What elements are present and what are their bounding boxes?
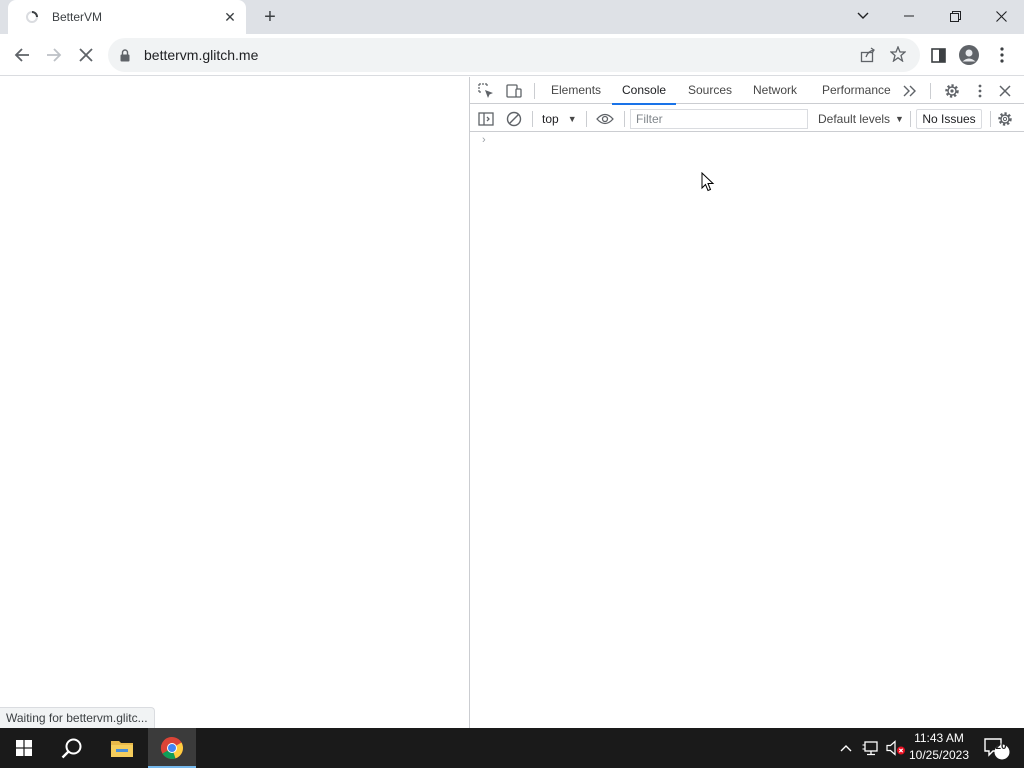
devtools-tab-bar: Elements Console Sources Network Perform… (470, 77, 1024, 105)
arrow-right-icon (47, 48, 62, 62)
lock-icon (120, 48, 130, 61)
more-tabs-icon[interactable] (900, 81, 920, 101)
device-toolbar-icon[interactable] (504, 81, 524, 101)
stop-loading-button[interactable] (72, 41, 100, 69)
show-hidden-icons-button[interactable] (836, 728, 856, 768)
toolbar-divider (624, 111, 625, 127)
taskbar: 11:43 AM 10/25/2023 20 (0, 728, 1024, 768)
close-icon (79, 48, 93, 62)
mouse-cursor-icon (701, 172, 715, 192)
dropdown-arrow-icon: ▼ (895, 114, 904, 124)
chevron-down-icon (857, 12, 869, 19)
close-icon (995, 10, 1007, 22)
tab-close-icon[interactable]: ✕ (222, 9, 238, 25)
console-prompt[interactable]: › (482, 134, 486, 146)
vertical-dots-icon (1000, 47, 1004, 63)
toolbar-divider (532, 111, 533, 127)
url-text: bettervm.glitch.me (144, 47, 259, 63)
tab-performance[interactable]: Performance (822, 77, 891, 104)
dropdown-arrow-icon: ▼ (567, 114, 577, 124)
back-button[interactable] (8, 41, 36, 69)
chrome-taskbar-button[interactable] (148, 728, 196, 768)
toolbar-divider (990, 111, 991, 127)
eye-icon[interactable] (595, 109, 615, 129)
minimize-icon (904, 15, 914, 17)
context-selector[interactable]: top ▼ (542, 110, 577, 128)
share-icon[interactable] (860, 47, 876, 66)
restore-button[interactable] (932, 0, 978, 32)
clock-time: 11:43 AM (914, 731, 964, 745)
log-levels-dropdown[interactable]: Default levels ▼ (818, 110, 904, 128)
arrow-left-icon (14, 48, 29, 62)
tab-search-button[interactable] (840, 0, 886, 32)
sidebar-toggle-icon[interactable] (476, 109, 496, 129)
start-button[interactable] (0, 728, 48, 768)
side-panel-button[interactable] (924, 41, 952, 69)
chevron-up-icon (840, 745, 852, 752)
search-icon (61, 738, 82, 759)
profile-icon (959, 45, 979, 65)
close-window-button[interactable] (978, 0, 1024, 32)
tab-elements[interactable]: Elements (551, 77, 601, 104)
tab-title: BetterVM (52, 10, 103, 24)
browser-tab[interactable]: BetterVM ✕ (8, 0, 246, 34)
restore-icon (949, 10, 961, 22)
notification-center-button[interactable]: 20 (980, 728, 1014, 768)
volume-muted-icon (886, 740, 905, 756)
vertical-dots-icon[interactable] (970, 81, 990, 101)
browser-menu-button[interactable] (988, 41, 1016, 69)
context-value: top (542, 112, 559, 126)
tab-network[interactable]: Network (753, 77, 797, 104)
network-tray-button[interactable] (860, 728, 882, 768)
file-explorer-button[interactable] (98, 728, 146, 768)
devtools-panel: Elements Console Sources Network Perform… (469, 77, 1024, 728)
tab-console[interactable]: Console (611, 77, 677, 105)
log-levels-value: Default levels (818, 112, 891, 126)
tab-sources[interactable]: Sources (688, 77, 732, 104)
profile-button[interactable] (955, 41, 983, 69)
toolbar-divider (910, 111, 911, 127)
clock-date: 10/25/2023 (908, 748, 970, 762)
loading-spinner-icon (24, 9, 40, 25)
toolbar-divider (534, 83, 535, 99)
network-icon (862, 741, 878, 756)
page-viewport[interactable]: Waiting for bettervm.glitc... (0, 77, 469, 728)
chrome-icon (160, 737, 183, 759)
folder-icon (111, 741, 133, 757)
windows-logo-icon (16, 740, 32, 756)
system-clock[interactable]: 11:43 AM 10/25/2023 (905, 730, 973, 766)
status-bubble: Waiting for bettervm.glitc... (0, 707, 155, 728)
minimize-button[interactable] (886, 0, 932, 32)
address-bar[interactable]: bettervm.glitch.me (108, 38, 920, 72)
toolbar-divider (586, 111, 587, 127)
toolbar-divider (930, 83, 931, 99)
close-devtools-icon[interactable] (995, 81, 1015, 101)
tab-strip: BetterVM ✕ + (0, 0, 1024, 34)
forward-button[interactable] (40, 41, 68, 69)
notification-count-badge: 20 (995, 741, 1007, 752)
browser-toolbar: bettervm.glitch.me (0, 34, 1024, 76)
clear-console-icon[interactable] (504, 109, 524, 129)
search-button[interactable] (48, 728, 96, 768)
gear-icon[interactable] (942, 81, 962, 101)
console-settings-gear-icon[interactable] (995, 109, 1015, 129)
issues-button[interactable]: No Issues (916, 109, 982, 129)
filter-input[interactable]: Filter (630, 109, 808, 129)
side-panel-icon (930, 47, 946, 63)
star-icon[interactable] (889, 45, 907, 65)
inspect-element-icon[interactable] (476, 81, 496, 101)
new-tab-button[interactable]: + (258, 5, 282, 29)
console-toolbar: top ▼ Filter Default levels ▼ No Issues (470, 105, 1024, 132)
